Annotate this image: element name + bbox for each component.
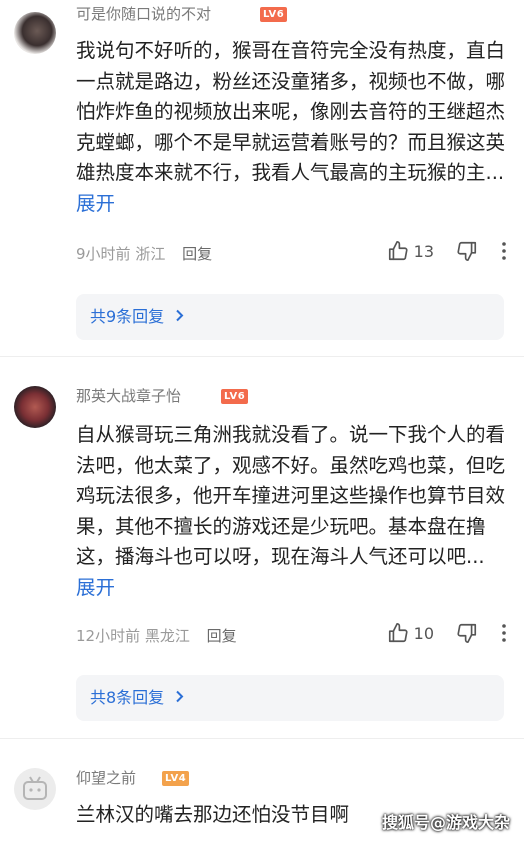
more-options-button[interactable] [500,623,508,643]
expand-link[interactable]: 展开 [76,192,115,215]
more-options-button[interactable] [500,241,508,261]
reply-button[interactable]: 回复 [207,627,237,645]
thumbs-down-icon [457,623,477,643]
dislike-button[interactable] [456,622,478,644]
comment-actions: 13 [387,240,508,262]
like-button[interactable]: 13 [387,240,456,262]
thumbs-down-icon [457,241,477,261]
comment-body: 兰林汉的嘴去那边还怕没节目啊 [76,803,350,826]
comment-meta: 9小时前 浙江 回复 [76,243,212,264]
comment-username[interactable]: 仰望之前 [76,767,136,788]
avatar[interactable] [14,386,56,428]
divider [0,738,524,739]
comment-text: 我说句不好听的，猴哥在音符完全没有热度，直白一点就是路边，粉丝还没童猪多，视频也… [76,36,506,219]
default-avatar-icon [23,776,47,800]
reply-button[interactable]: 回复 [182,245,212,263]
dislike-button[interactable] [456,240,478,262]
level-badge: LV6 [221,389,249,404]
comment-location: 浙江 [135,245,166,263]
replies-count-label: 共8条回复 [90,688,165,707]
chevron-right-icon [175,294,184,340]
comment-time: 12小时前 [76,627,141,645]
view-replies-button[interactable]: 共9条回复 [76,294,504,340]
comment-body: 自从猴哥玩三角洲我就没看了。说一下我个人的看法吧，他太菜了，观感不好。虽然吃鸡也… [76,423,506,568]
watermark: 搜狐号@游戏大杂 [381,813,510,832]
comment-meta: 12小时前 黑龙江 回复 [76,625,237,646]
like-button[interactable]: 10 [387,622,456,644]
like-count: 10 [413,623,434,643]
avatar[interactable] [14,12,56,54]
like-count: 13 [413,241,434,261]
comment-time: 9小时前 [76,245,131,263]
comment-username[interactable]: 可是你随口说的不对 [76,3,211,24]
more-vertical-icon [502,242,506,260]
level-badge: LV6 [260,7,288,22]
view-replies-button[interactable]: 共8条回复 [76,675,504,721]
thumbs-up-icon [388,241,408,261]
divider [0,356,524,357]
comment-actions: 10 [387,622,508,644]
comment-location: 黑龙江 [144,627,190,645]
comment-username[interactable]: 那英大战章子怡 [76,385,181,406]
comment-text: 自从猴哥玩三角洲我就没看了。说一下我个人的看法吧，他太菜了，观感不好。虽然吃鸡也… [76,420,506,603]
level-badge: LV4 [162,771,190,786]
thumbs-up-icon [388,623,408,643]
comment-body: 我说句不好听的，猴哥在音符完全没有热度，直白一点就是路边，粉丝还没童猪多，视频也… [76,39,506,184]
expand-link[interactable]: 展开 [76,576,115,599]
chevron-right-icon [175,675,184,721]
replies-count-label: 共9条回复 [90,307,165,326]
more-vertical-icon [502,624,506,642]
avatar[interactable] [14,768,56,810]
